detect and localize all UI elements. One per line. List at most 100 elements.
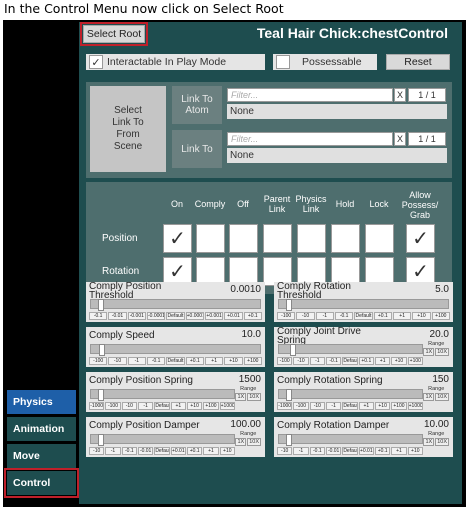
step-button[interactable]: +0.01 [224, 312, 243, 320]
range-10x-button[interactable]: 10X [435, 393, 449, 401]
slider-track[interactable] [90, 434, 235, 446]
step-button[interactable]: -0.1 [334, 312, 354, 320]
slider-handle[interactable] [98, 389, 105, 401]
step-button[interactable]: -100 [293, 402, 309, 410]
step-button[interactable]: +1000 [407, 402, 423, 410]
step-button[interactable]: -1 [315, 312, 334, 320]
step-button[interactable]: Default [354, 312, 373, 320]
step-button[interactable]: -100 [277, 357, 293, 365]
step-button[interactable]: -1 [105, 447, 121, 455]
step-button[interactable]: -10 [296, 312, 315, 320]
link-filter-input[interactable]: Filter... [227, 132, 393, 146]
step-button[interactable]: -0.0001 [146, 312, 166, 320]
step-button[interactable]: -0.01 [108, 312, 127, 320]
range-10x-button[interactable]: 10X [435, 348, 449, 356]
possessable-checkbox[interactable] [276, 55, 290, 69]
step-button[interactable]: -1000 [89, 402, 105, 410]
step-button[interactable]: +0.1 [373, 312, 392, 320]
slider-handle[interactable] [286, 434, 293, 446]
step-button[interactable]: -0.1 [89, 312, 108, 320]
link-select-dropdown[interactable]: None [227, 148, 447, 163]
sidebar-item-animation[interactable]: Animation [7, 417, 76, 441]
step-button[interactable]: +1 [203, 447, 219, 455]
sidebar-item-physics[interactable]: Physics [7, 390, 76, 414]
step-button[interactable]: -0.1 [325, 357, 342, 365]
sidebar-item-control[interactable]: Control [4, 468, 79, 498]
step-button[interactable]: Default [342, 447, 358, 455]
step-button[interactable]: -1 [325, 402, 342, 410]
slider-track[interactable] [90, 299, 261, 311]
step-button[interactable]: +0.1 [374, 447, 391, 455]
range-1x-button[interactable]: 1X [423, 438, 435, 446]
step-button[interactable]: +1 [170, 402, 186, 410]
step-button[interactable]: +100 [391, 402, 407, 410]
state-toggle-position-6[interactable] [365, 224, 394, 253]
range-1x-button[interactable]: 1X [423, 393, 435, 401]
slider-track[interactable] [278, 344, 423, 356]
step-button[interactable]: Default [342, 357, 358, 365]
step-button[interactable]: +0.1 [185, 357, 204, 365]
interactable-checkbox[interactable]: ✓ [89, 55, 103, 69]
step-button[interactable]: +1000 [219, 402, 235, 410]
slider-handle[interactable] [290, 344, 297, 356]
step-button[interactable]: +10 [407, 447, 423, 455]
step-button[interactable]: +100 [431, 312, 450, 320]
state-toggle-position-1[interactable] [196, 224, 225, 253]
step-button[interactable]: +0.1 [243, 312, 262, 320]
range-1x-button[interactable]: 1X [235, 393, 247, 401]
step-button[interactable]: +100 [243, 357, 262, 365]
step-button[interactable]: -0.01 [325, 447, 342, 455]
link-clear-filter-button[interactable]: X [394, 132, 406, 146]
state-toggle-position-7[interactable]: ✓ [406, 224, 435, 253]
range-1x-button[interactable]: 1X [235, 438, 247, 446]
step-button[interactable]: +10 [391, 357, 407, 365]
step-button[interactable]: +0.1 [186, 447, 203, 455]
slider-handle[interactable] [99, 344, 106, 356]
step-button[interactable]: -10 [293, 357, 309, 365]
range-10x-button[interactable]: 10X [435, 438, 449, 446]
step-button[interactable]: -0.1 [146, 357, 166, 365]
step-button[interactable]: +10 [219, 447, 235, 455]
step-button[interactable]: +10 [412, 312, 431, 320]
step-button[interactable]: -10 [108, 357, 127, 365]
select-root-button[interactable]: Select Root [80, 22, 148, 46]
step-button[interactable]: +100 [203, 402, 219, 410]
step-button[interactable]: +10 [374, 402, 391, 410]
step-button[interactable]: +1 [204, 357, 224, 365]
step-button[interactable]: -0.001 [127, 312, 146, 320]
step-button[interactable]: -1000 [277, 402, 293, 410]
step-button[interactable]: +1 [358, 402, 374, 410]
slider-track[interactable] [278, 389, 423, 401]
step-button[interactable]: -1 [309, 357, 325, 365]
slider-handle[interactable] [286, 389, 293, 401]
state-toggle-position-5[interactable] [331, 224, 360, 253]
state-toggle-position-0[interactable]: ✓ [163, 224, 192, 253]
step-button[interactable]: +0.01 [358, 447, 374, 455]
slider-handle[interactable] [285, 299, 292, 311]
select-link-from-scene-button[interactable]: Select Link To From Scene [90, 86, 166, 172]
atom-select-dropdown[interactable]: None [227, 104, 447, 119]
step-button[interactable]: +1 [374, 357, 391, 365]
state-toggle-position-4[interactable] [297, 224, 326, 253]
step-button[interactable]: +0.01 [170, 447, 186, 455]
slider-handle[interactable] [97, 299, 104, 311]
step-button[interactable]: -10 [309, 402, 325, 410]
step-button[interactable]: Default [154, 447, 170, 455]
step-button[interactable]: -0.01 [137, 447, 154, 455]
step-button[interactable]: Default [342, 402, 358, 410]
step-button[interactable]: -10 [121, 402, 137, 410]
step-button[interactable]: +0.0001 [185, 312, 204, 320]
step-button[interactable]: -10 [277, 447, 293, 455]
sidebar-item-move[interactable]: Move [7, 444, 76, 468]
state-toggle-position-2[interactable] [229, 224, 258, 253]
atom-filter-input[interactable]: Filter... [227, 88, 393, 102]
step-button[interactable]: -0.1 [309, 447, 325, 455]
step-button[interactable]: +10 [186, 402, 203, 410]
step-button[interactable]: +10 [224, 357, 243, 365]
slider-track[interactable] [278, 299, 449, 311]
step-button[interactable]: Default [166, 312, 185, 320]
step-button[interactable]: -10 [89, 447, 105, 455]
range-10x-button[interactable]: 10X [247, 393, 261, 401]
step-button[interactable]: -100 [277, 312, 296, 320]
step-button[interactable]: -0.1 [121, 447, 137, 455]
